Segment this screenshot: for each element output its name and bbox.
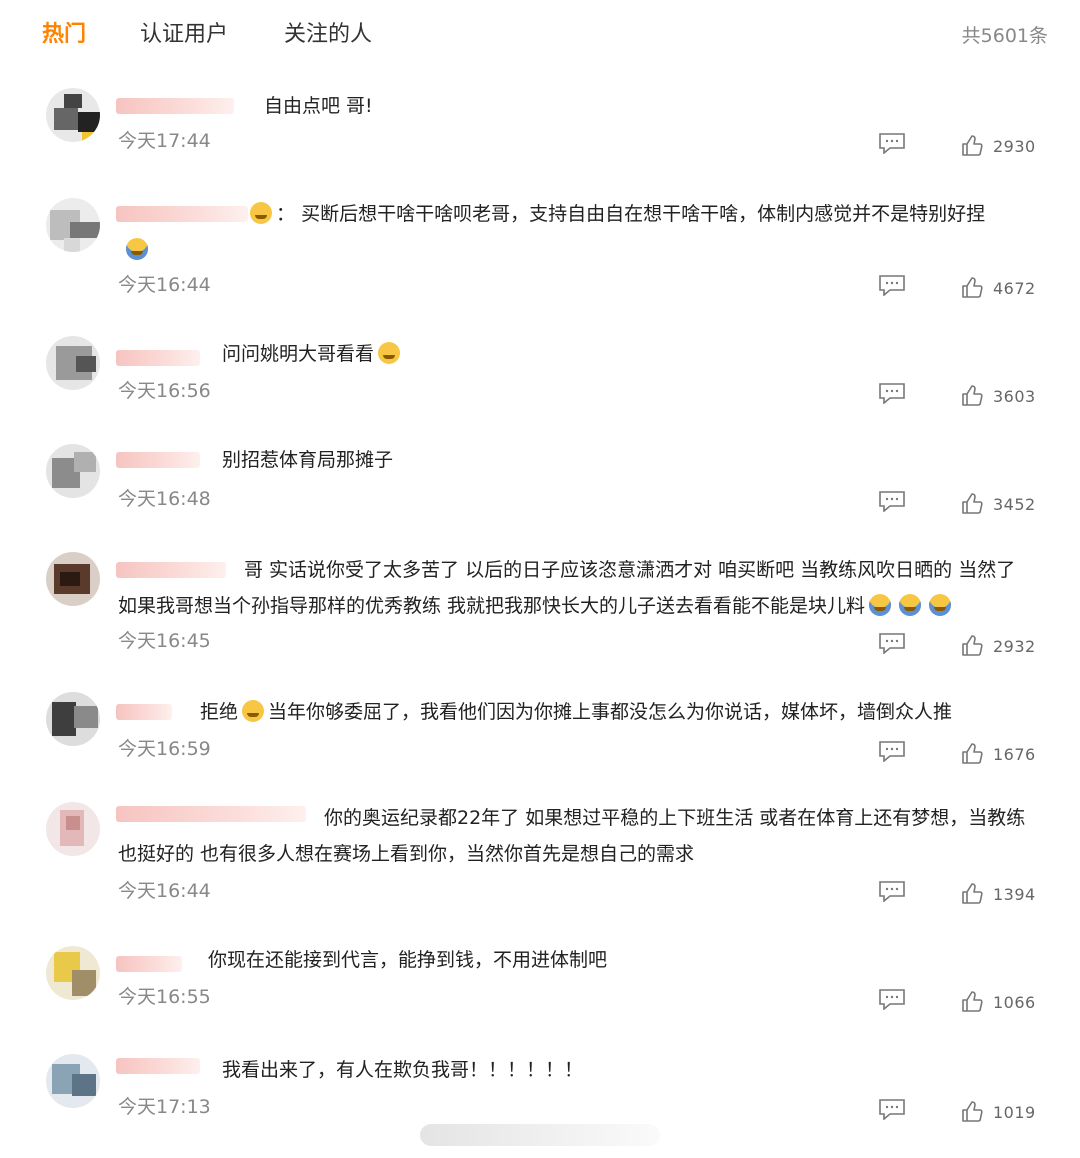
emoji-icon bbox=[869, 594, 892, 616]
thumbs-up-icon bbox=[962, 385, 983, 406]
avatar[interactable] bbox=[46, 552, 100, 606]
like-count: 1676 bbox=[993, 744, 1036, 764]
like-button[interactable]: 2930 bbox=[960, 133, 1036, 159]
thumbs-up-icon bbox=[962, 635, 983, 656]
comment-time: 今天17:13 bbox=[118, 1096, 211, 1118]
like-count: 1066 bbox=[993, 992, 1036, 1012]
like-button[interactable]: 1394 bbox=[960, 881, 1036, 907]
reply-icon[interactable] bbox=[878, 632, 906, 655]
like-count: 1394 bbox=[993, 884, 1036, 904]
thumbs-up-icon bbox=[962, 991, 983, 1012]
thumbs-up-icon bbox=[962, 277, 983, 298]
avatar[interactable] bbox=[46, 336, 100, 390]
comment-time: 今天16:44 bbox=[118, 274, 211, 296]
total-comment-count: 共5601条 bbox=[961, 25, 1048, 47]
reply-icon[interactable] bbox=[878, 382, 906, 405]
comment-text: 我看出来了，有人在欺负我哥！！！！！！ bbox=[222, 1059, 584, 1081]
watermark bbox=[420, 1124, 660, 1146]
reply-icon[interactable] bbox=[878, 490, 906, 513]
comment-time: 今天16:55 bbox=[118, 986, 211, 1008]
comment-text: 问问姚明大哥看看 bbox=[118, 336, 1040, 372]
like-count: 3452 bbox=[993, 494, 1036, 514]
tab-hot[interactable]: 热门 bbox=[42, 20, 86, 50]
comment-text: 你的奥运纪录都22年了 如果想过平稳的上下班生活 或者在体育上还有梦想，当教练也… bbox=[118, 807, 1026, 865]
like-count: 1019 bbox=[993, 1102, 1036, 1122]
like-button[interactable]: 3452 bbox=[960, 491, 1036, 517]
like-count: 2930 bbox=[993, 136, 1036, 156]
comment-text: ： 买断后想干啥干啥呗老哥，支持自由自在想干啥干啥，体制内感觉并不是特别好捏 bbox=[118, 196, 1040, 268]
emoji-icon bbox=[929, 594, 952, 616]
emoji-icon bbox=[126, 238, 148, 260]
comment-text: 别招惹体育局那摊子 bbox=[222, 449, 394, 471]
thumbs-up-icon bbox=[962, 493, 983, 514]
emoji-icon bbox=[242, 700, 265, 722]
like-button[interactable]: 4672 bbox=[960, 275, 1036, 301]
like-count: 3603 bbox=[993, 386, 1036, 406]
avatar[interactable] bbox=[46, 1054, 100, 1108]
reply-icon[interactable] bbox=[878, 988, 906, 1011]
tab-following[interactable]: 关注的人 bbox=[284, 20, 372, 50]
avatar[interactable] bbox=[46, 88, 100, 142]
comment-time: 今天16:45 bbox=[118, 630, 211, 652]
comment-filter-tabs: 热门 认证用户 关注的人 共5601条 bbox=[0, 0, 1080, 72]
avatar[interactable] bbox=[46, 692, 100, 746]
comment-time: 今天16:59 bbox=[118, 738, 211, 760]
reply-icon[interactable] bbox=[878, 740, 906, 763]
comment-text: 哥 实话说你受了太多苦了 以后的日子应该恣意潇洒才对 咱买断吧 当教练风吹日晒的… bbox=[118, 559, 1016, 617]
reply-icon[interactable] bbox=[878, 132, 906, 155]
emoji-icon bbox=[899, 594, 922, 616]
like-count: 4672 bbox=[993, 278, 1036, 298]
reply-icon[interactable] bbox=[878, 274, 906, 297]
comment-text: 拒绝 当年你够委屈了，我看他们因为你摊上事都没怎么为你说话，媒体坏，墙倒众人推 bbox=[200, 700, 953, 723]
thumbs-up-icon bbox=[962, 135, 983, 156]
like-button[interactable]: 1676 bbox=[960, 741, 1036, 767]
thumbs-up-icon bbox=[962, 1101, 983, 1122]
emoji-icon bbox=[250, 202, 272, 224]
avatar[interactable] bbox=[46, 198, 100, 252]
like-button[interactable]: 3603 bbox=[960, 383, 1036, 409]
comment-text: 自由点吧 哥! bbox=[264, 95, 373, 117]
avatar[interactable] bbox=[46, 444, 100, 498]
like-button[interactable]: 2932 bbox=[960, 633, 1036, 659]
laugh-cry-emoji-icon bbox=[378, 342, 401, 364]
like-button[interactable]: 1066 bbox=[960, 989, 1036, 1015]
comment-time: 今天16:48 bbox=[118, 488, 211, 510]
like-count: 2932 bbox=[993, 636, 1036, 656]
reply-icon[interactable] bbox=[878, 1098, 906, 1121]
like-button[interactable]: 1019 bbox=[960, 1099, 1036, 1125]
thumbs-up-icon bbox=[962, 743, 983, 764]
comment-text: 你现在还能接到代言，能挣到钱，不用进体制吧 bbox=[208, 949, 608, 971]
comment-time: 今天17:44 bbox=[118, 130, 211, 152]
tab-verified-users[interactable]: 认证用户 bbox=[140, 20, 228, 50]
avatar[interactable] bbox=[46, 946, 100, 1000]
avatar[interactable] bbox=[46, 802, 100, 856]
thumbs-up-icon bbox=[962, 883, 983, 904]
comment-time: 今天16:44 bbox=[118, 880, 211, 902]
reply-icon[interactable] bbox=[878, 880, 906, 903]
comment-time: 今天16:56 bbox=[118, 380, 211, 402]
